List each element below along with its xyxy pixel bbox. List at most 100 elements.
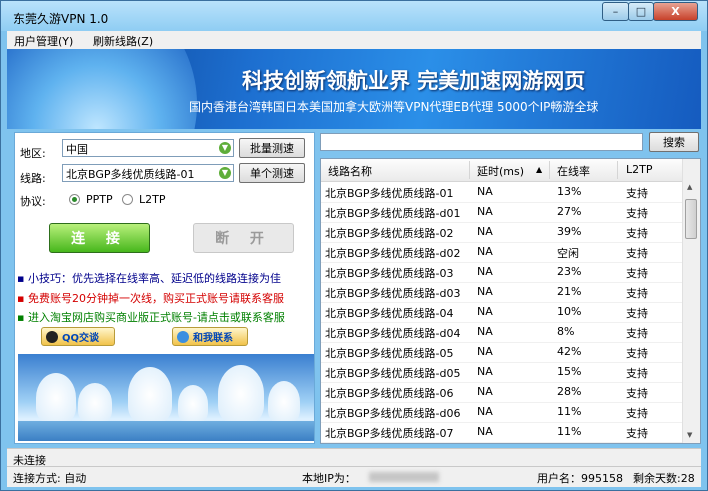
table-row[interactable]: 北京BGP多线优质线路-d04 NA 8% 支持 bbox=[321, 322, 683, 343]
l2tp-cell: 支持 bbox=[626, 407, 648, 420]
online-rate-cell: 8% bbox=[557, 325, 575, 338]
dropdown-arrow-icon[interactable]: ▼ bbox=[219, 142, 231, 154]
connection-panel: 地区: 中国 ▼ 批量测速 线路: 北京BGP多线优质线路-01 ▼ 单个测速 … bbox=[14, 132, 315, 444]
table-row[interactable]: 北京BGP多线优质线路-d05 NA 15% 支持 bbox=[321, 362, 683, 383]
line-name-cell: 北京BGP多线优质线路-d05 bbox=[325, 367, 461, 380]
table-row[interactable]: 北京BGP多线优质线路-d02 NA 空闲 支持 bbox=[321, 242, 683, 263]
table-row[interactable]: 北京BGP多线优质线路-d01 NA 27% 支持 bbox=[321, 202, 683, 223]
online-rate-cell: 42% bbox=[557, 345, 582, 358]
tip-line[interactable]: ▪ 进入淘宝网店购买商业版正式账号-请点击或联系客服 bbox=[17, 309, 313, 325]
connection-mode: 连接方式: 自动 bbox=[13, 472, 87, 485]
minimize-button[interactable]: – bbox=[602, 2, 629, 21]
online-rate-cell: 13% bbox=[557, 185, 582, 198]
table-row[interactable]: 北京BGP多线优质线路-d06 NA 11% 支持 bbox=[321, 402, 683, 423]
line-name-cell: 北京BGP多线优质线路-06 bbox=[325, 387, 454, 400]
single-speed-test-button[interactable]: 单个测速 bbox=[239, 163, 305, 183]
column-header-online-rate[interactable]: 在线率 bbox=[557, 163, 590, 179]
winter-scene-image bbox=[18, 354, 314, 441]
line-name-cell: 北京BGP多线优质线路-d03 bbox=[325, 287, 461, 300]
line-select[interactable]: 北京BGP多线优质线路-01 ▼ bbox=[62, 164, 234, 182]
scrollbar-thumb[interactable] bbox=[685, 199, 697, 239]
table-row[interactable]: 北京BGP多线优质线路-06 NA 28% 支持 bbox=[321, 382, 683, 403]
table-row[interactable]: 北京BGP多线优质线路-02 NA 39% 支持 bbox=[321, 222, 683, 243]
menu-user-management[interactable]: 用户管理(Y) bbox=[14, 33, 73, 49]
protocol-l2tp-label[interactable]: L2TP bbox=[139, 193, 165, 206]
banner-subline: 国内香港台湾韩国日本美国加拿大欧洲等VPN代理EB代理 5000个IP畅游全球 bbox=[189, 100, 599, 114]
line-name-cell: 北京BGP多线优质线路-d06 bbox=[325, 407, 461, 420]
region-value: 中国 bbox=[66, 143, 88, 156]
line-name-cell: 北京BGP多线优质线路-04 bbox=[325, 307, 454, 320]
qq-icon bbox=[46, 330, 58, 343]
disconnect-button[interactable]: 断 开 bbox=[193, 223, 294, 253]
line-name-cell: 北京BGP多线优质线路-05 bbox=[325, 347, 454, 360]
contact-me-button[interactable]: 和我联系 bbox=[172, 327, 248, 346]
sort-up-icon: ▲ bbox=[536, 165, 543, 174]
latency-cell: NA bbox=[477, 245, 493, 258]
l2tp-cell: 支持 bbox=[626, 287, 648, 300]
protocol-pptp-radio[interactable] bbox=[69, 194, 80, 205]
scroll-down-icon[interactable]: ▼ bbox=[687, 431, 692, 439]
latency-cell: NA bbox=[477, 205, 493, 218]
line-name-cell: 北京BGP多线优质线路-d01 bbox=[325, 207, 461, 220]
online-rate-cell: 27% bbox=[557, 205, 582, 218]
tip-line: ▪ 小技巧：优先选择在线率高、延迟低的线路连接为佳 bbox=[17, 272, 281, 285]
protocol-pptp-label[interactable]: PPTP bbox=[86, 193, 113, 206]
l2tp-cell: 支持 bbox=[626, 247, 648, 260]
online-rate-cell: 39% bbox=[557, 225, 582, 238]
table-row[interactable]: 北京BGP多线优质线路-03 NA 23% 支持 bbox=[321, 262, 683, 283]
scroll-up-icon[interactable]: ▲ bbox=[687, 183, 692, 191]
username: 用户名：995158 bbox=[537, 472, 623, 485]
latency-cell: NA bbox=[477, 345, 493, 358]
latency-cell: NA bbox=[477, 405, 493, 418]
online-rate-cell: 10% bbox=[557, 305, 582, 318]
l2tp-cell: 支持 bbox=[626, 307, 648, 320]
table-row[interactable]: 北京BGP多线优质线路-01 NA 13% 支持 bbox=[321, 182, 683, 203]
latency-cell: NA bbox=[477, 225, 493, 238]
batch-speed-test-button[interactable]: 批量测速 bbox=[239, 138, 305, 158]
info-bar: 连接方式: 自动 本地IP为： 用户名：995158 剩余天数:28 bbox=[7, 466, 701, 487]
line-name-cell: 北京BGP多线优质线路-d02 bbox=[325, 247, 461, 260]
region-select[interactable]: 中国 ▼ bbox=[62, 139, 234, 157]
column-header-latency[interactable]: 延时(ms) bbox=[477, 163, 524, 179]
search-button[interactable]: 搜索 bbox=[649, 132, 699, 152]
online-rate-cell: 11% bbox=[557, 405, 582, 418]
column-header-name[interactable]: 线路名称 bbox=[328, 163, 372, 179]
line-name-cell: 北京BGP多线优质线路-03 bbox=[325, 267, 454, 280]
banner-headline: 科技创新领航业界 完美加速网游网页 bbox=[242, 69, 586, 93]
local-ip-label: 本地IP为： bbox=[302, 472, 356, 485]
line-name-cell: 北京BGP多线优质线路-02 bbox=[325, 227, 454, 240]
window-title: 东莞久游VPN 1.0 bbox=[13, 12, 109, 26]
table-row[interactable]: 北京BGP多线优质线路-04 NA 10% 支持 bbox=[321, 302, 683, 323]
online-rate-cell: 空闲 bbox=[557, 247, 579, 260]
latency-cell: NA bbox=[477, 385, 493, 398]
table-row[interactable]: 北京BGP多线优质线路-d03 NA 21% 支持 bbox=[321, 282, 683, 303]
maximize-button[interactable]: □ bbox=[628, 2, 654, 21]
l2tp-cell: 支持 bbox=[626, 427, 648, 440]
l2tp-cell: 支持 bbox=[626, 267, 648, 280]
status-bar: 未连接 bbox=[7, 448, 701, 467]
title-bar[interactable]: 东莞久游VPN 1.0 – □ X bbox=[1, 1, 707, 31]
table-row[interactable]: 北京BGP多线优质线路-07 NA 11% 支持 bbox=[321, 422, 683, 443]
protocol-l2tp-radio[interactable] bbox=[122, 194, 133, 205]
line-name-cell: 北京BGP多线优质线路-d04 bbox=[325, 327, 461, 340]
menu-refresh-lines[interactable]: 刷新线路(Z) bbox=[93, 33, 153, 49]
line-name-cell: 北京BGP多线优质线路-01 bbox=[325, 187, 454, 200]
qq-chat-button[interactable]: QQ交谈 bbox=[41, 327, 115, 346]
table-row[interactable]: 北京BGP多线优质线路-05 NA 42% 支持 bbox=[321, 342, 683, 363]
online-rate-cell: 28% bbox=[557, 385, 582, 398]
dropdown-arrow-icon[interactable]: ▼ bbox=[219, 167, 231, 179]
local-ip-redacted bbox=[369, 472, 439, 482]
column-header-l2tp[interactable]: L2TP bbox=[626, 163, 652, 176]
qq-chat-label: QQ交谈 bbox=[62, 333, 100, 344]
table-header: 线路名称 延时(ms) ▲ 在线率 L2TP bbox=[321, 159, 683, 182]
connect-button[interactable]: 连 接 bbox=[49, 223, 150, 253]
latency-cell: NA bbox=[477, 265, 493, 278]
table-scrollbar[interactable]: ▲ ▼ bbox=[682, 159, 700, 443]
l2tp-cell: 支持 bbox=[626, 207, 648, 220]
latency-cell: NA bbox=[477, 285, 493, 298]
protocol-label: 协议: bbox=[20, 195, 46, 208]
search-input[interactable] bbox=[320, 133, 643, 151]
contact-icon bbox=[177, 330, 189, 343]
close-button[interactable]: X bbox=[653, 2, 698, 21]
online-rate-cell: 15% bbox=[557, 365, 582, 378]
